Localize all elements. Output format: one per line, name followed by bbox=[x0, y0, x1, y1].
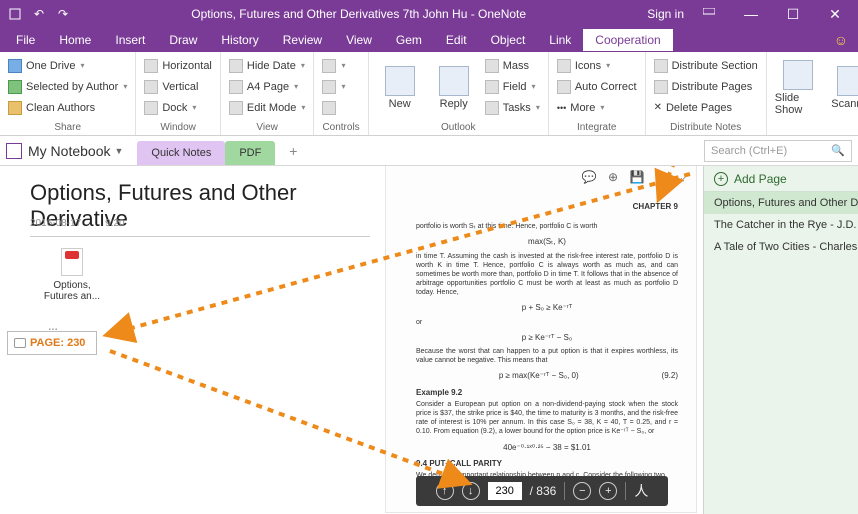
page-item-1[interactable]: Options, Futures and Other Deriva bbox=[704, 192, 858, 214]
control2[interactable]: ▾ bbox=[322, 77, 345, 96]
more-button[interactable]: •••More▾ bbox=[557, 98, 637, 117]
acrobat-icon[interactable]: 人 bbox=[634, 481, 648, 501]
page-list: +Add Page Options, Futures and Other Der… bbox=[703, 166, 858, 514]
pdf-attachment[interactable]: Options,Futures an... bbox=[42, 248, 102, 302]
tab-cooperation[interactable]: Cooperation bbox=[583, 29, 672, 51]
page-item-3[interactable]: A Tale of Two Cities - Charles Dic bbox=[704, 236, 858, 258]
tab-quicknotes[interactable]: Quick Notes bbox=[137, 141, 225, 165]
tab-object[interactable]: Object bbox=[479, 29, 538, 51]
pdf-viewer: 💬 ⊕ 💾 ✕ ⤢ CHAPTER 9 portfolio is worth S… bbox=[386, 166, 696, 512]
group-outlook-label: Outlook bbox=[377, 120, 540, 133]
group-view-label: View bbox=[229, 120, 306, 133]
group-window-label: Window bbox=[144, 120, 212, 133]
page-canvas[interactable]: Options, Futures and Other Derivative 20… bbox=[0, 166, 703, 514]
vertical-button[interactable]: Vertical bbox=[144, 77, 212, 96]
pdf-close-icon[interactable]: ✕ bbox=[654, 170, 668, 184]
tab-pdf-section[interactable]: PDF bbox=[225, 141, 275, 165]
autocorrect-button[interactable]: Auto Correct bbox=[557, 77, 637, 96]
tab-view[interactable]: View bbox=[334, 29, 384, 51]
window-title: Options, Futures and Other Derivatives 7… bbox=[70, 7, 647, 21]
ribbon-options-icon[interactable] bbox=[692, 0, 726, 28]
new-mail-button[interactable]: New bbox=[377, 56, 423, 120]
control3[interactable] bbox=[322, 98, 345, 117]
navbar: My Notebook ▼ Quick Notes PDF + Search (… bbox=[0, 136, 858, 166]
comment-icon bbox=[14, 338, 26, 348]
menubar: File Home Insert Draw History Review Vie… bbox=[0, 28, 858, 52]
search-input[interactable]: Search (Ctrl+E)🔍 bbox=[704, 140, 852, 162]
group-controls-label: Controls bbox=[322, 120, 359, 133]
pdf-page-input[interactable]: 230 bbox=[488, 482, 522, 500]
group-distribute-label: Distribute Notes bbox=[654, 120, 758, 133]
group-share-label: Share bbox=[8, 120, 127, 133]
tab-review[interactable]: Review bbox=[271, 29, 334, 51]
page-tag[interactable]: … PAGE: 230 bbox=[7, 331, 97, 355]
icons-button[interactable]: Icons▾ bbox=[557, 56, 637, 75]
undo-icon[interactable]: ↶ bbox=[32, 7, 46, 21]
tab-home[interactable]: Home bbox=[47, 29, 103, 51]
minimize-icon[interactable]: — bbox=[734, 0, 768, 28]
mass-button[interactable]: Mass bbox=[485, 56, 540, 75]
tab-history[interactable]: History bbox=[209, 29, 270, 51]
page-timestamp: 2016-08-179:20 bbox=[30, 218, 125, 229]
slideshow-button[interactable]: Slide Show bbox=[775, 56, 821, 120]
control1[interactable]: ▾ bbox=[322, 56, 345, 75]
tab-draw[interactable]: Draw bbox=[157, 29, 209, 51]
distribute-section-button[interactable]: Distribute Section bbox=[654, 56, 758, 75]
pdf-toolbar: ↑ ↓ 230 / 836 − + 人 bbox=[416, 476, 668, 506]
pdf-expand-icon[interactable]: ⤢ bbox=[678, 170, 692, 184]
search-icon: 🔍 bbox=[831, 144, 845, 157]
scanner-button[interactable]: Scanner bbox=[829, 56, 858, 120]
notebook-icon[interactable] bbox=[6, 143, 22, 159]
pdf-zoom-in-icon[interactable]: + bbox=[599, 482, 617, 500]
field-button[interactable]: Field▾ bbox=[485, 77, 540, 96]
notebook-name[interactable]: My Notebook bbox=[28, 143, 110, 159]
add-page-button[interactable]: +Add Page bbox=[704, 166, 858, 192]
pdf-comment-tool-icon[interactable]: 💬 bbox=[582, 170, 596, 184]
save-icon[interactable] bbox=[8, 7, 22, 21]
dock-button[interactable]: Dock▾ bbox=[144, 98, 212, 117]
pdf-save-icon[interactable]: 💾 bbox=[630, 170, 644, 184]
signin-link[interactable]: Sign in bbox=[647, 7, 684, 21]
group-play-label: Play bbox=[775, 120, 858, 133]
tasks-button[interactable]: Tasks▾ bbox=[485, 98, 540, 117]
pdf-zoom-out-icon[interactable]: − bbox=[573, 482, 591, 500]
tab-insert[interactable]: Insert bbox=[103, 29, 157, 51]
reply-button[interactable]: Reply bbox=[431, 56, 477, 120]
tab-edit[interactable]: Edit bbox=[434, 29, 479, 51]
tab-link[interactable]: Link bbox=[537, 29, 583, 51]
tab-gem[interactable]: Gem bbox=[384, 29, 434, 51]
delete-pages-button[interactable]: ✕Delete Pages bbox=[654, 98, 758, 117]
pdf-page-content: CHAPTER 9 portfolio is worth Sₜ at this … bbox=[416, 202, 678, 486]
titlebar: ↶ ↷ Options, Futures and Other Derivativ… bbox=[0, 0, 858, 28]
clean-authors-button[interactable]: Clean Authors bbox=[8, 98, 127, 117]
distribute-pages-button[interactable]: Distribute Pages bbox=[654, 77, 758, 96]
pdf-file-icon bbox=[61, 248, 83, 276]
add-section-button[interactable]: + bbox=[281, 139, 305, 163]
close-icon[interactable]: ✕ bbox=[818, 0, 852, 28]
feedback-icon[interactable]: ☺ bbox=[834, 32, 848, 48]
pdf-page-down-icon[interactable]: ↓ bbox=[462, 482, 480, 500]
ribbon: One Drive▾ Selected by Author▾ Clean Aut… bbox=[0, 52, 858, 136]
notebook-dropdown-icon[interactable]: ▼ bbox=[114, 146, 123, 156]
horizontal-button[interactable]: Horizontal bbox=[144, 56, 212, 75]
maximize-icon[interactable]: ☐ bbox=[776, 0, 810, 28]
selected-by-author-button[interactable]: Selected by Author▾ bbox=[8, 77, 127, 96]
a4-page-button[interactable]: A4 Page▾ bbox=[229, 77, 306, 96]
tab-file[interactable]: File bbox=[4, 29, 47, 51]
group-integrate-label: Integrate bbox=[557, 120, 637, 133]
hide-date-button[interactable]: Hide Date▾ bbox=[229, 56, 306, 75]
onedrive-button[interactable]: One Drive▾ bbox=[8, 56, 127, 75]
pdf-page-up-icon[interactable]: ↑ bbox=[436, 482, 454, 500]
pdf-add-icon[interactable]: ⊕ bbox=[606, 170, 620, 184]
redo-icon[interactable]: ↷ bbox=[56, 7, 70, 21]
pdf-page-total: / 836 bbox=[530, 484, 557, 498]
edit-mode-button[interactable]: Edit Mode▾ bbox=[229, 98, 306, 117]
page-item-2[interactable]: The Catcher in the Rye - J.D. Salin bbox=[704, 214, 858, 236]
